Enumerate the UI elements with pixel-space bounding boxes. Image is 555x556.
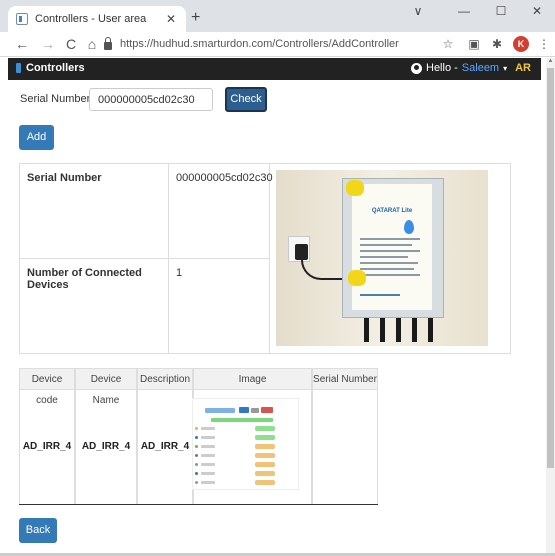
- language-toggle[interactable]: AR: [515, 62, 531, 74]
- profile-avatar[interactable]: K: [513, 36, 529, 52]
- page-favicon-icon: [16, 13, 28, 25]
- forward-arrow-icon[interactable]: →: [39, 35, 57, 53]
- column-header: Device code: [19, 368, 75, 406]
- column-header: Image: [193, 368, 312, 390]
- connected-devices-value: 1: [169, 259, 270, 354]
- controller-photo: QATARAT Lite: [276, 170, 488, 346]
- serial-number-label: Serial Number: [20, 93, 91, 105]
- serial-number-header: Serial Number: [20, 164, 169, 259]
- device-serial-cell: [312, 390, 378, 504]
- new-tab-icon[interactable]: +: [191, 9, 200, 27]
- tab-title: Controllers - User area: [35, 13, 147, 25]
- browser-tab[interactable]: Controllers - User area ✕: [8, 6, 186, 32]
- device-name-cell: AD_IRR_4: [75, 390, 137, 504]
- back-arrow-icon[interactable]: ←: [13, 35, 31, 53]
- serial-number-input[interactable]: [89, 88, 213, 111]
- username[interactable]: Saleem: [462, 62, 499, 74]
- sticker-title: QATARAT Lite: [371, 208, 413, 214]
- home-icon[interactable]: ⌂: [83, 35, 101, 53]
- device-image-thumbnail[interactable]: [192, 398, 299, 490]
- check-button[interactable]: Check: [225, 87, 267, 112]
- navbar-brand[interactable]: Controllers: [16, 62, 85, 74]
- product-sticker: QATARAT Lite: [352, 184, 432, 310]
- lock-icon: [104, 37, 112, 50]
- user-menu[interactable]: Hello - Saleem ▾ AR: [411, 62, 531, 74]
- extension-icon[interactable]: ▣: [467, 37, 481, 51]
- puzzle-extensions-icon[interactable]: ✱: [490, 37, 504, 51]
- controller-icon: [16, 63, 21, 73]
- window-close-icon[interactable]: ✕: [522, 4, 552, 18]
- column-header: Serial Number: [312, 368, 378, 390]
- sticker-badge-icon: [348, 270, 366, 286]
- url-field[interactable]: https://hudhud.smarturdon.com/Controller…: [104, 34, 434, 54]
- scrollbar-thumb[interactable]: [547, 68, 554, 468]
- greeting-text: Hello -: [426, 62, 458, 74]
- bookmark-star-icon[interactable]: ☆: [441, 37, 455, 51]
- sticker-badge-icon: [346, 180, 364, 196]
- tab-search-icon[interactable]: ∨: [403, 4, 433, 18]
- url-text: https://hudhud.smarturdon.com/Controller…: [120, 38, 399, 50]
- site-navbar: Controllers Hello - Saleem ▾ AR: [8, 58, 541, 80]
- device-description-cell: AD_IRR_4: [137, 390, 193, 504]
- back-button[interactable]: Back: [19, 518, 57, 543]
- connected-devices-header: Number of Connected Devices: [20, 259, 169, 354]
- brand-label: Controllers: [26, 62, 85, 74]
- add-button[interactable]: Add: [19, 125, 54, 150]
- user-circle-icon: [411, 62, 422, 74]
- tab-close-icon[interactable]: ✕: [164, 12, 178, 26]
- device-code-cell: AD_IRR_4: [19, 390, 75, 504]
- maximize-icon[interactable]: ☐: [486, 4, 516, 18]
- column-header: Device Name: [75, 368, 137, 406]
- scroll-up-icon[interactable]: ▲: [547, 58, 554, 64]
- minimize-icon[interactable]: —: [449, 4, 479, 18]
- column-header: Description: [137, 368, 193, 390]
- browser-menu-icon[interactable]: ⋮: [537, 37, 551, 51]
- chevron-down-icon[interactable]: ▾: [503, 64, 507, 73]
- serial-number-value: 000000005cd02c30: [169, 164, 273, 259]
- browser-tab-bar: Controllers - User area ✕ + ∨ — ☐ ✕: [0, 0, 555, 32]
- address-bar: ← → C ⌂ https://hudhud.smarturdon.com/Co…: [0, 32, 555, 57]
- water-drop-icon: [404, 220, 414, 234]
- reload-icon[interactable]: C: [62, 35, 80, 53]
